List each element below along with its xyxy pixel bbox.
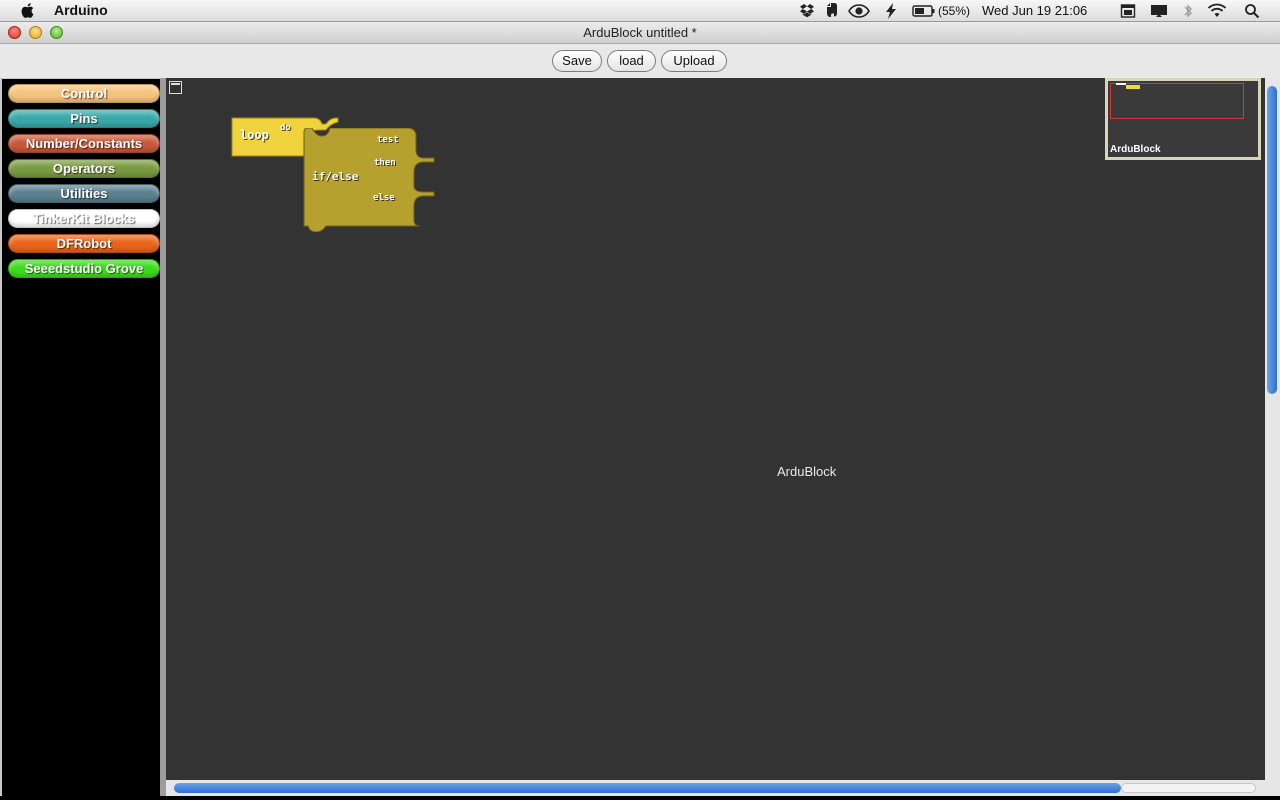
window-title-bar[interactable]: ArduBlock untitled * xyxy=(0,22,1280,44)
palette-category-operators[interactable]: Operators xyxy=(8,159,160,178)
menu-bar: Arduino (55%) Wed Jun 19 21:06 xyxy=(0,0,1280,22)
menubar-clock[interactable]: Wed Jun 19 21:06 xyxy=(982,3,1087,18)
horizontal-scrollbar[interactable] xyxy=(166,780,1265,796)
apple-icon[interactable] xyxy=(20,2,36,19)
window-title: ArduBlock untitled * xyxy=(583,25,697,40)
horizontal-scrollbar-thumb[interactable] xyxy=(174,783,1121,793)
canvas-minimap[interactable]: ArduBlock xyxy=(1105,78,1261,160)
vertical-scrollbar[interactable] xyxy=(1265,78,1280,796)
palette-category-seeedstudio-grove[interactable]: Seeedstudio Grove xyxy=(8,259,160,278)
save-button[interactable]: Save xyxy=(552,50,602,72)
if-else-then-socket-label: then xyxy=(374,158,396,168)
palette-category-dfrobot[interactable]: DFRobot xyxy=(8,234,160,253)
eye-icon[interactable] xyxy=(848,3,870,19)
if-else-block-label: if/else xyxy=(312,170,359,183)
loop-block-label: loop xyxy=(240,128,269,142)
block-canvas[interactable]: loop do if/else test then else ArduBlock xyxy=(166,78,1280,796)
canvas-watermark: ArduBlock xyxy=(777,464,837,479)
calendar-icon[interactable] xyxy=(1120,3,1136,19)
toolbar: Save load Upload xyxy=(0,44,1280,78)
dropbox-icon[interactable] xyxy=(800,3,816,19)
app-menu-name[interactable]: Arduino xyxy=(54,2,108,18)
wifi-icon[interactable] xyxy=(1206,3,1228,19)
battery-percent: (55%) xyxy=(938,4,971,18)
battery-icon[interactable] xyxy=(912,3,936,19)
palette-category-control[interactable]: Control xyxy=(8,84,160,103)
load-button[interactable]: load xyxy=(607,50,656,72)
minimap-label: ArduBlock xyxy=(1110,144,1161,155)
minimap-loop-block xyxy=(1116,83,1126,85)
canvas-page-icon[interactable] xyxy=(169,81,182,94)
horizontal-scrollbar-track[interactable] xyxy=(1121,783,1256,793)
palette-category-number-constants[interactable]: Number/Constants xyxy=(8,134,160,153)
bolt-icon[interactable] xyxy=(884,3,898,19)
palette-category-utilities[interactable]: Utilities xyxy=(8,184,160,203)
palette-category-pins[interactable]: Pins xyxy=(8,109,160,128)
upload-button[interactable]: Upload xyxy=(661,50,727,72)
palette-category-tinkerkit[interactable]: TinkerKit Blocks xyxy=(8,209,160,228)
if-else-else-socket-label: else xyxy=(373,193,395,203)
search-icon[interactable] xyxy=(1244,3,1260,19)
if-else-test-socket-label: test xyxy=(377,135,399,145)
loop-do-socket-label: do xyxy=(280,123,291,133)
evernote-icon[interactable] xyxy=(824,3,840,19)
display-icon[interactable] xyxy=(1150,3,1168,19)
vertical-scrollbar-thumb[interactable] xyxy=(1267,86,1277,394)
block-palette: Control Pins Number/Constants Operators … xyxy=(0,78,160,796)
minimap-if-else-block xyxy=(1126,85,1140,89)
bluetooth-icon[interactable] xyxy=(1183,3,1193,19)
